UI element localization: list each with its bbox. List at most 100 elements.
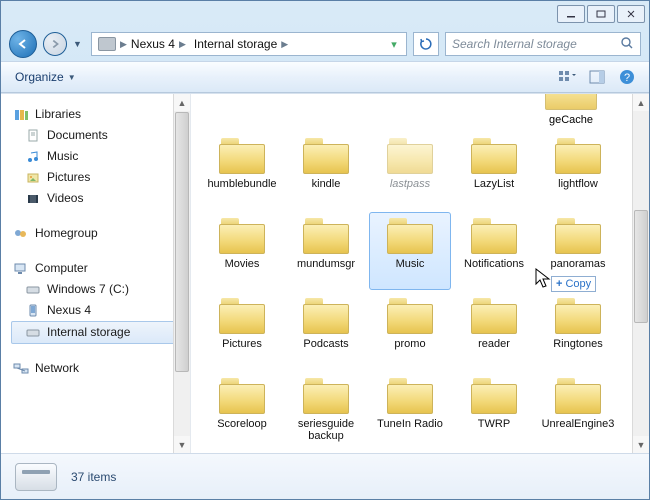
organize-label: Organize [15,70,64,84]
preview-pane-button[interactable] [587,67,607,87]
main-scrollbar[interactable]: ▲ ▼ [632,94,649,453]
sidebar-homegroup[interactable]: Homegroup [11,223,186,244]
scroll-thumb[interactable] [175,112,189,372]
folder-icon [543,94,599,112]
folder-icon [469,296,519,336]
folder-item[interactable]: Pictures [201,292,283,370]
folder-label: LazyList [474,178,514,190]
folder-item-drop-target[interactable]: Music [369,212,451,290]
file-grid-viewport[interactable]: geCache humblebundle kindle lastpass Laz… [191,94,632,453]
folder-item[interactable]: UnrealEngine3 [537,372,619,450]
sidebar-label: Internal storage [47,324,130,341]
scroll-down-icon[interactable]: ▼ [633,436,649,453]
folder-label: panoramas [550,258,605,270]
folder-item[interactable]: lightflow [537,132,619,210]
folder-item[interactable]: mundumsgr [285,212,367,290]
drive-icon [25,283,41,297]
folder-item[interactable]: Notifications [453,212,535,290]
sidebar-label: Videos [47,190,83,207]
view-options-button[interactable] [557,67,577,87]
minimize-button[interactable] [557,5,585,23]
folder-label: lightflow [558,178,598,190]
sidebar-label: Nexus 4 [47,302,91,319]
chevron-down-icon[interactable]: ▾ [384,38,404,51]
titlebar[interactable] [1,1,649,27]
sidebar-computer[interactable]: Computer [11,258,186,279]
folder-item[interactable]: Scoreloop [201,372,283,450]
folder-item[interactable]: Ringtones [537,292,619,370]
folder-label: Pictures [222,338,262,350]
sidebar-item-internal-storage[interactable]: Internal storage [11,321,186,344]
folder-icon [301,376,351,416]
drive-icon [98,37,116,51]
help-button[interactable]: ? [617,67,637,87]
sidebar-item-nexus4[interactable]: Nexus 4 [11,300,186,321]
breadcrumb-location[interactable]: Internal storage▶ [190,37,292,51]
back-button[interactable] [9,30,37,58]
folder-icon [553,136,603,176]
sidebar-homegroup-label: Homegroup [35,225,98,242]
scroll-thumb[interactable] [634,210,648,324]
sidebar-item-pictures[interactable]: Pictures [11,167,186,188]
folder-label: humblebundle [207,178,276,190]
sidebar-item-documents[interactable]: Documents [11,125,186,146]
folder-icon [217,136,267,176]
folder-label: Podcasts [303,338,348,350]
folder-icon [217,376,267,416]
folder-item[interactable]: reader [453,292,535,370]
sidebar-item-videos[interactable]: Videos [11,188,186,209]
drive-icon [15,463,57,491]
folder-label: reader [478,338,510,350]
folder-item[interactable]: TuneIn Radio [369,372,451,450]
folder-icon [385,136,435,176]
sidebar-computer-label: Computer [35,260,88,277]
breadcrumb-device[interactable]: Nexus 4▶ [127,37,190,51]
folder-icon [301,216,351,256]
status-bar: 37 items [1,453,649,499]
folder-item[interactable]: kindle [285,132,367,210]
folder-item-drag-ghost[interactable]: lastpass [369,132,451,210]
drive-icon [25,326,41,340]
folder-label: Notifications [464,258,524,270]
folder-icon [385,296,435,336]
address-field[interactable]: ▶ Nexus 4▶ Internal storage▶ ▾ [91,32,407,56]
sidebar-network-label: Network [35,360,79,377]
homegroup-icon [13,227,29,241]
folder-icon [301,136,351,176]
pictures-icon [25,171,41,185]
search-input[interactable]: Search Internal storage [445,32,641,56]
videos-icon [25,192,41,206]
folder-item[interactable]: promo [369,292,451,370]
scroll-up-icon[interactable]: ▲ [174,94,190,111]
drag-tooltip: + Copy [551,276,596,292]
phone-icon [25,304,41,318]
folder-label: TuneIn Radio [377,418,443,430]
scroll-down-icon[interactable]: ▼ [174,436,190,453]
sidebar-scrollbar[interactable]: ▲ ▼ [173,94,190,453]
search-icon [620,36,634,53]
refresh-button[interactable] [413,32,439,56]
sidebar-item-music[interactable]: Music [11,146,186,167]
breadcrumb-device-label: Nexus 4 [131,37,175,51]
sidebar-item-cdrive[interactable]: Windows 7 (C:) [11,279,186,300]
maximize-button[interactable] [587,5,615,23]
folder-item[interactable]: LazyList [453,132,535,210]
drag-tooltip-label: Copy [565,278,591,290]
folder-item[interactable]: Podcasts [285,292,367,370]
sidebar-libraries[interactable]: Libraries [11,104,186,125]
folder-item-partial[interactable]: geCache [529,94,613,126]
scroll-up-icon[interactable]: ▲ [633,94,649,111]
folder-icon [385,376,435,416]
close-button[interactable] [617,5,645,23]
folder-item[interactable]: seriesguide backup [285,372,367,450]
nav-history-dropdown[interactable]: ▼ [73,39,85,49]
file-list-pane: geCache humblebundle kindle lastpass Laz… [191,94,649,453]
folder-item[interactable]: humblebundle [201,132,283,210]
organize-button[interactable]: Organize ▼ [9,67,82,87]
breadcrumb-location-label: Internal storage [194,37,277,51]
sidebar-network[interactable]: Network [11,358,186,379]
forward-button[interactable] [43,32,67,56]
folder-item[interactable]: TWRP [453,372,535,450]
folder-icon [469,136,519,176]
folder-item[interactable]: Movies [201,212,283,290]
